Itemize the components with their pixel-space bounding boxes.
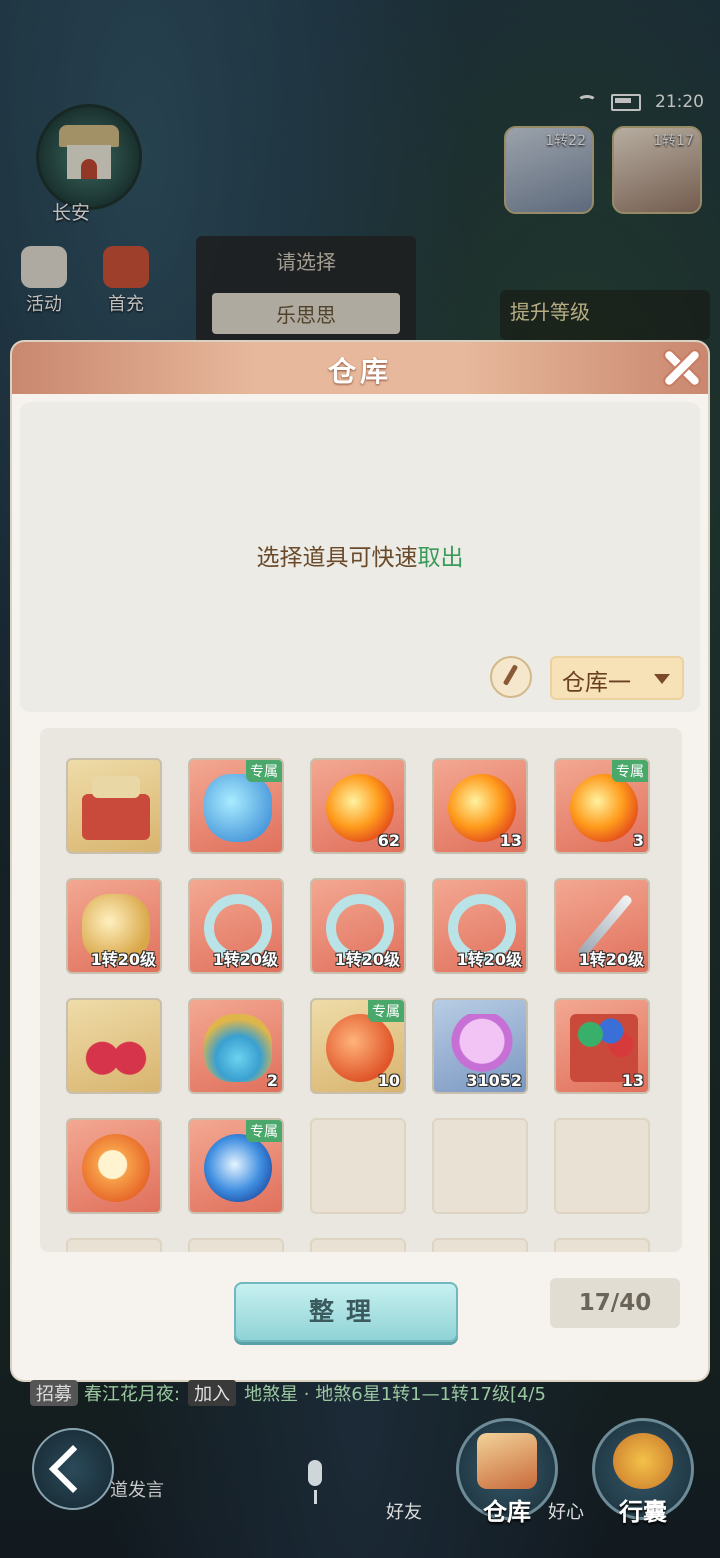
warehouse-panel: 仓库 选择道具可快速取出 仓库一 专属 62 13 专属 3 1转20级 1转20级 1转20…	[12, 342, 708, 1380]
exclusive-tag: 专属	[368, 1000, 404, 1022]
empty-slot[interactable]	[310, 1118, 406, 1214]
empty-slot[interactable]	[554, 1238, 650, 1252]
item-slot[interactable]: 1转20级	[188, 878, 284, 974]
friends-button[interactable]: 好友	[386, 1498, 422, 1524]
chevron-down-icon	[654, 674, 670, 684]
cherry-icon	[82, 1014, 150, 1082]
panel-title: 仓库	[327, 355, 392, 388]
item-slot[interactable]: 13	[432, 758, 528, 854]
warehouse-button-label: 仓库	[483, 1498, 531, 1526]
item-count: 1转20级	[90, 950, 156, 969]
chat-message: 地煞星 · 地煞6星1转1—1转17级[4/5	[244, 1384, 546, 1405]
spirit-vase-icon	[204, 774, 272, 842]
empty-slot[interactable]	[432, 1118, 528, 1214]
item-grid: 专属 62 13 专属 3 1转20级 1转20级 1转20级 1转20级 1转20级 2 专属 10 3…	[40, 728, 682, 1252]
item-count: 31052	[466, 1071, 522, 1090]
empty-slot[interactable]	[188, 1238, 284, 1252]
item-slot[interactable]: 1转20级	[310, 878, 406, 974]
warehouse-icon	[477, 1433, 537, 1489]
item-count: 1转20级	[212, 950, 278, 969]
bag-button[interactable]: 行囊	[592, 1418, 694, 1526]
warehouse-select-label: 仓库一	[562, 670, 631, 696]
scroll-chest-icon	[82, 776, 150, 840]
item-slot[interactable]: 1转20级	[432, 878, 528, 974]
empty-slot[interactable]	[554, 1118, 650, 1214]
chat-input-hint[interactable]: 道发言	[110, 1476, 164, 1502]
brush-icon[interactable]	[490, 656, 532, 698]
hint-accent: 取出	[417, 545, 464, 571]
potion-icon	[204, 1014, 272, 1082]
item-count: 1转20级	[578, 950, 644, 969]
item-slot[interactable]	[66, 998, 162, 1094]
sort-button[interactable]: 整理	[234, 1282, 458, 1342]
microphone-icon[interactable]	[300, 1460, 330, 1506]
item-slot[interactable]: 13	[554, 998, 650, 1094]
item-count: 62	[377, 831, 400, 850]
item-slot[interactable]: 专属 10	[310, 998, 406, 1094]
item-count: 10	[377, 1071, 400, 1090]
item-slot[interactable]	[66, 758, 162, 854]
item-slot[interactable]: 专属	[188, 758, 284, 854]
sort-label: 整理	[308, 1297, 383, 1326]
swirl-orb-icon	[204, 1134, 272, 1202]
item-slot[interactable]: 1转20级	[66, 878, 162, 974]
chat-channel-tag: 招募	[30, 1380, 78, 1406]
join-button[interactable]: 加入	[188, 1380, 237, 1406]
item-slot[interactable]	[66, 1118, 162, 1214]
warehouse-select[interactable]: 仓库一	[550, 656, 684, 700]
paw-orb-icon	[82, 1134, 150, 1202]
item-count: 13	[621, 1071, 644, 1090]
bag-icon	[613, 1433, 673, 1489]
hint-text: 选择道具可快速取出	[20, 538, 700, 572]
item-slot[interactable]: 31052	[432, 998, 528, 1094]
warehouse-button[interactable]: 仓库	[456, 1418, 558, 1526]
close-button[interactable]	[652, 338, 712, 398]
item-count: 2	[266, 1071, 278, 1090]
exclusive-tag: 专属	[246, 760, 282, 782]
empty-slot[interactable]	[66, 1238, 162, 1252]
back-arrow-button[interactable]	[32, 1428, 114, 1510]
exclusive-tag: 专属	[246, 1120, 282, 1142]
item-slot[interactable]: 62	[310, 758, 406, 854]
item-slot[interactable]: 2	[188, 998, 284, 1094]
empty-slot[interactable]	[310, 1238, 406, 1252]
fire-orb-icon	[570, 774, 638, 842]
exclusive-tag: 专属	[612, 760, 648, 782]
item-count: 3	[632, 831, 644, 850]
item-count: 13	[499, 831, 522, 850]
capacity-counter: 17/40	[550, 1278, 680, 1328]
bag-button-label: 行囊	[619, 1498, 667, 1526]
empty-slot[interactable]	[432, 1238, 528, 1252]
chat-line: 招募 春江花月夜: 加入 地煞星 · 地煞6星1转1—1转17级[4/5	[30, 1380, 590, 1406]
item-slot[interactable]: 1转20级	[554, 878, 650, 974]
item-slot[interactable]: 专属 3	[554, 758, 650, 854]
hint-prefix: 选择道具可快速	[256, 545, 418, 571]
chat-sender: 春江花月夜:	[84, 1384, 181, 1405]
item-count: 1转20级	[456, 950, 522, 969]
item-count: 1转20级	[334, 950, 400, 969]
item-slot[interactable]: 专属	[188, 1118, 284, 1214]
